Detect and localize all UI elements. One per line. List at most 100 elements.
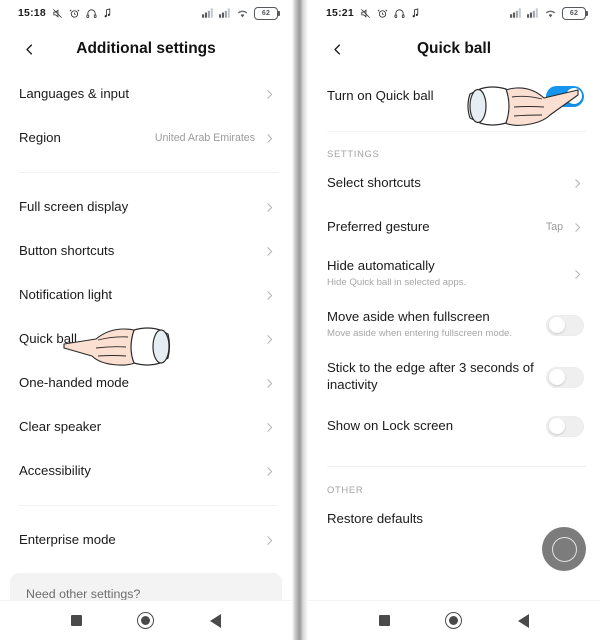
status-bar: 15:18 62 (0, 0, 292, 26)
chevron-right-icon (263, 245, 276, 258)
status-bar: 15:21 62 (308, 0, 600, 26)
list-item-value: Tap (545, 221, 563, 233)
signal-1-icon (510, 8, 522, 18)
status-bar-left: 15:18 (18, 7, 112, 19)
list-item-label: Quick ball (19, 330, 77, 346)
music-note-icon (103, 7, 112, 19)
list-item-button-shortcuts[interactable]: Button shortcuts (0, 229, 292, 273)
list-item-label: Full screen display (19, 198, 129, 214)
chevron-right-icon (263, 333, 276, 346)
battery-icon: 62 (562, 6, 588, 20)
row-texts: Hide automatically Hide Quick ball in se… (327, 258, 571, 290)
row-texts: Languages & input (19, 86, 263, 103)
list-item-notification-light[interactable]: Notification light (0, 273, 292, 317)
battery-icon: 62 (254, 6, 280, 20)
row-texts: Move aside when fullscreen Move aside wh… (327, 309, 546, 341)
chevron-left-icon (333, 43, 340, 55)
other-section-label: OTHER (327, 484, 364, 495)
list-item-one-handed-mode[interactable]: One-handed mode (0, 361, 292, 405)
row-texts: Notification light (19, 287, 263, 304)
list-item-label: Move aside when fullscreen (327, 309, 490, 325)
left-phone-screen: 15:18 62 Additional settings Languages &… (0, 0, 292, 640)
status-time: 15:18 (18, 7, 46, 19)
row-texts: Region (19, 130, 155, 147)
list-item-hide-automatically[interactable]: Hide automatically Hide Quick ball in se… (308, 249, 600, 299)
wifi-icon (544, 8, 557, 18)
row-texts: Restore defaults (327, 511, 584, 528)
list-item-region[interactable]: Region United Arab Emirates (0, 116, 292, 160)
row-texts: Turn on Quick ball (327, 88, 546, 105)
chevron-left-icon (25, 43, 32, 55)
chevron-right-icon (263, 465, 276, 478)
status-bar-right: 62 (202, 6, 280, 20)
chevron-right-icon (263, 88, 276, 101)
alarm-icon (69, 8, 80, 19)
list-item-label: Clear speaker (19, 418, 102, 434)
chevron-right-icon (263, 377, 276, 390)
dual-screenshot-container: 15:18 62 Additional settings Languages &… (0, 0, 600, 640)
status-time: 15:21 (326, 7, 354, 19)
home-circle-icon (445, 612, 463, 629)
master-toggle-row[interactable]: Turn on Quick ball (308, 72, 600, 120)
list-item-label: Preferred gesture (327, 218, 430, 234)
mute-icon (360, 8, 371, 19)
list-item-label: Enterprise mode (19, 531, 116, 547)
back-button[interactable] (324, 36, 350, 62)
list-item-clear-speaker[interactable]: Clear speaker (0, 405, 292, 449)
settings-section-label: SETTINGS (327, 148, 380, 159)
wifi-icon (236, 8, 249, 18)
list-item-enterprise-mode[interactable]: Enterprise mode (0, 518, 292, 562)
row-texts: Quick ball (19, 331, 263, 348)
stick-to-edge-toggle[interactable] (546, 366, 584, 388)
list-item-accessibility[interactable]: Accessibility (0, 449, 292, 493)
app-bar: Quick ball (308, 26, 600, 72)
list-item-label: One-handed mode (19, 374, 129, 390)
list-item-preferred-gesture[interactable]: Preferred gesture Tap (308, 205, 600, 249)
row-texts: Show on Lock screen (327, 418, 546, 435)
back-button[interactable] (16, 36, 42, 62)
list-item-quick-ball[interactable]: Quick ball (0, 317, 292, 361)
back-triangle-icon (517, 613, 529, 628)
chevron-right-icon (263, 421, 276, 434)
list-item-value: United Arab Emirates (154, 132, 255, 144)
list-item-label: Button shortcuts (19, 242, 115, 258)
list-item-subtitle: Hide Quick ball in selected apps. (327, 276, 467, 288)
recents-square-icon (71, 615, 83, 626)
turn-on-quick-ball-toggle[interactable] (546, 85, 584, 107)
chevron-right-icon (263, 132, 276, 145)
row-texts: Preferred gesture (327, 219, 546, 236)
home-button[interactable] (437, 606, 471, 636)
chevron-right-icon (263, 289, 276, 302)
chevron-right-icon (571, 221, 584, 234)
back-nav-button[interactable] (506, 606, 540, 636)
quick-ball-widget[interactable] (542, 527, 586, 571)
battery-level: 62 (569, 9, 579, 17)
row-texts: Stick to the edge after 3 seconds of ina… (327, 360, 546, 394)
list-item-show-on-lock-screen[interactable]: Show on Lock screen (308, 403, 600, 449)
signal-2-icon (527, 8, 539, 18)
list-item-select-shortcuts[interactable]: Select shortcuts (308, 161, 600, 205)
signal-2-icon (219, 8, 231, 18)
move-aside-toggle[interactable] (546, 314, 584, 336)
list-item-move-aside-when-fullscreen[interactable]: Move aside when fullscreen Move aside wh… (308, 299, 600, 351)
home-button[interactable] (129, 606, 163, 636)
group-divider (19, 505, 278, 506)
recents-button[interactable] (368, 606, 402, 636)
list-item-label: Restore defaults (327, 510, 424, 526)
status-bar-left: 15:21 (326, 7, 420, 19)
list-item-stick-to-edge[interactable]: Stick to the edge after 3 seconds of ina… (308, 351, 600, 403)
list-item-label: Accessibility (19, 462, 91, 478)
screen-divider (292, 0, 308, 640)
show-on-lock-screen-toggle[interactable] (546, 415, 584, 437)
list-item-languages-input[interactable]: Languages & input (0, 72, 292, 116)
recents-button[interactable] (60, 606, 94, 636)
page-title: Quick ball (416, 40, 492, 57)
list-item-subtitle: Move aside when entering fullscreen mode… (327, 327, 513, 339)
row-texts: Enterprise mode (19, 532, 263, 549)
row-texts: Select shortcuts (327, 175, 571, 192)
list-item-full-screen-display[interactable]: Full screen display (0, 185, 292, 229)
chevron-right-icon (571, 177, 584, 190)
back-nav-button[interactable] (198, 606, 232, 636)
quick-ball-settings-list: Select shortcuts Preferred gesture Tap H… (308, 161, 600, 449)
app-bar: Additional settings (0, 26, 292, 72)
